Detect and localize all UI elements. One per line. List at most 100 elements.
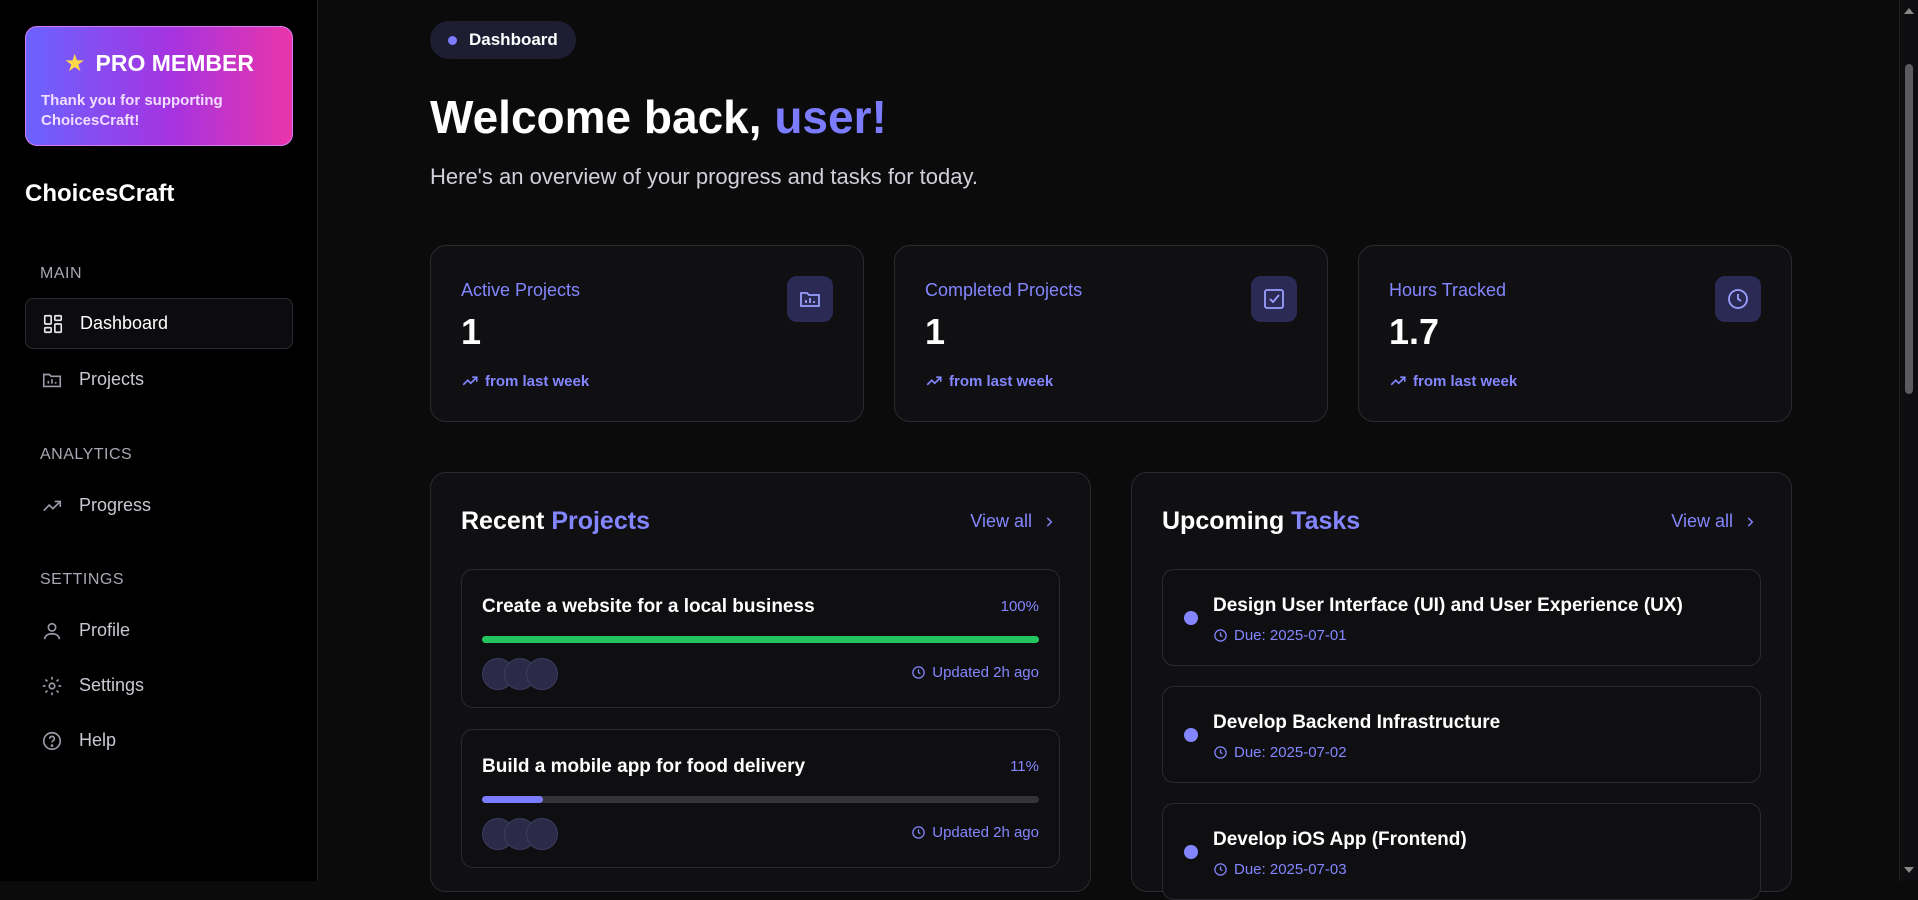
task-card[interactable]: Design User Interface (UI) and User Expe… (1162, 569, 1761, 666)
sidebar-item-label: Profile (79, 620, 131, 640)
check-square-icon (1251, 276, 1297, 322)
view-all-label: View all (970, 511, 1032, 531)
avatar (526, 818, 558, 850)
task-due-label: Due: 2025-07-01 (1234, 627, 1347, 644)
pro-member-label: PRO MEMBER (95, 50, 254, 76)
avatar (526, 658, 558, 690)
project-name: Build a mobile app for food delivery (482, 756, 806, 777)
project-name: Create a website for a local business (482, 596, 815, 617)
upcoming-tasks-panel: Upcoming Tasks View all Design User Inte… (1131, 472, 1792, 900)
trending-up-icon (1390, 376, 1406, 386)
updated-label: Updated 2h ago (932, 824, 1039, 841)
task-card[interactable]: Develop iOS App (Frontend) Due: 2025-07-… (1162, 803, 1761, 900)
view-all-tasks-link[interactable]: View all (1671, 511, 1757, 532)
trending-up-icon (926, 376, 942, 386)
task-name: Develop Backend Infrastructure (1213, 712, 1501, 733)
project-card[interactable]: Create a website for a local business 10… (461, 569, 1060, 708)
clock-icon (1214, 863, 1227, 876)
brand-name[interactable]: ChoicesCraft (25, 180, 174, 208)
clock-icon (1715, 276, 1761, 322)
sidebar-item-label: Projects (79, 369, 145, 389)
page-subtitle: Here's an overview of your progress and … (430, 164, 978, 189)
stat-value: 1 (925, 311, 946, 352)
stat-trend: from last week (1389, 372, 1517, 390)
stat-label: Completed Projects (925, 280, 1083, 300)
scroll-up-arrow[interactable] (1904, 8, 1914, 14)
trending-up-icon (43, 500, 62, 511)
stat-trend-label: from last week (949, 372, 1054, 390)
task-due-date: Due: 2025-07-02 (1213, 744, 1347, 761)
progress-bar-fill (482, 636, 1039, 643)
vertical-scrollbar[interactable] (1899, 0, 1918, 881)
stat-value: 1.7 (1389, 311, 1440, 352)
sidebar: ★ PRO MEMBER Thank you for supporting Ch… (0, 0, 318, 881)
task-status-dot (1184, 611, 1198, 625)
breadcrumb-label: Dashboard (469, 30, 558, 49)
stat-trend: from last week (461, 372, 589, 390)
project-percent: 100% (1000, 598, 1039, 615)
folder-chart-icon (787, 276, 833, 322)
view-all-label: View all (1671, 511, 1733, 531)
task-status-dot (1184, 845, 1198, 859)
username: user! (774, 91, 887, 143)
avatar-group (482, 818, 558, 850)
sidebar-item-projects[interactable]: Projects (25, 354, 293, 405)
view-all-projects-link[interactable]: View all (970, 511, 1056, 532)
clock-icon (1214, 629, 1227, 642)
clock-icon (1214, 746, 1227, 759)
pro-member-title: ★ PRO MEMBER (41, 49, 277, 78)
breadcrumb: Dashboard (430, 21, 576, 59)
progress-bar (482, 636, 1039, 643)
panel-title-accent: Projects (551, 507, 650, 535)
avatar-group (482, 658, 558, 690)
scrollbar-thumb[interactable] (1905, 64, 1913, 394)
sidebar-item-profile[interactable]: Profile (25, 605, 293, 656)
panel-title: Recent Projects (461, 507, 650, 536)
section-label-settings: SETTINGS (40, 571, 125, 588)
user-icon (43, 622, 61, 639)
task-due-label: Due: 2025-07-02 (1234, 744, 1347, 761)
progress-bar (482, 796, 1039, 803)
status-dot (448, 35, 457, 45)
chevron-right-icon (1747, 516, 1754, 527)
sidebar-item-label: Settings (79, 675, 145, 695)
project-card[interactable]: Build a mobile app for food delivery 11%… (461, 729, 1060, 868)
stat-label: Hours Tracked (1389, 280, 1507, 300)
task-card[interactable]: Develop Backend Infrastructure Due: 2025… (1162, 686, 1761, 783)
task-name: Develop iOS App (Frontend) (1213, 829, 1467, 850)
clock-icon (912, 826, 925, 839)
recent-projects-panel: Recent Projects View all Create a websit… (430, 472, 1091, 892)
sidebar-item-label: Progress (79, 495, 152, 515)
stat-trend-label: from last week (485, 372, 590, 390)
page-title: Welcome back, user! (430, 90, 887, 144)
task-name: Design User Interface (UI) and User Expe… (1213, 595, 1683, 616)
sidebar-item-help[interactable]: Help (25, 715, 293, 766)
task-due-date: Due: 2025-07-03 (1213, 861, 1347, 878)
updated-time: Updated 2h ago (911, 664, 1039, 681)
stat-trend: from last week (925, 372, 1053, 390)
main-content: Dashboard Welcome back, user! Here's an … (318, 0, 1918, 900)
dashboard-icon (43, 314, 63, 333)
stat-card-active-projects: Active Projects 1 from last week (430, 245, 864, 422)
sidebar-item-progress[interactable]: Progress (25, 480, 293, 531)
progress-bar-fill (482, 796, 544, 803)
panel-title-text: Recent (461, 507, 552, 535)
panel-title-accent: Tasks (1291, 507, 1361, 535)
stat-value: 1 (461, 311, 482, 352)
trending-up-icon (462, 376, 478, 386)
pro-member-card: ★ PRO MEMBER Thank you for supporting Ch… (25, 26, 293, 146)
pro-member-text: Thank you for supporting ChoicesCraft! (41, 92, 223, 129)
sidebar-item-settings[interactable]: Settings (25, 660, 293, 711)
scroll-down-arrow[interactable] (1904, 867, 1914, 873)
sidebar-item-label: Help (79, 730, 117, 750)
project-percent: 11% (1010, 758, 1039, 775)
panel-title-text: Upcoming (1162, 507, 1292, 535)
task-status-dot (1184, 728, 1198, 742)
section-label-analytics: ANALYTICS (40, 446, 133, 463)
welcome-text: Welcome back, (430, 91, 775, 143)
section-label-main: MAIN (40, 265, 82, 282)
updated-time: Updated 2h ago (911, 824, 1039, 841)
sidebar-item-dashboard[interactable]: Dashboard (25, 298, 293, 349)
star-icon: ★ (64, 50, 86, 77)
sidebar-item-label: Dashboard (80, 313, 169, 333)
